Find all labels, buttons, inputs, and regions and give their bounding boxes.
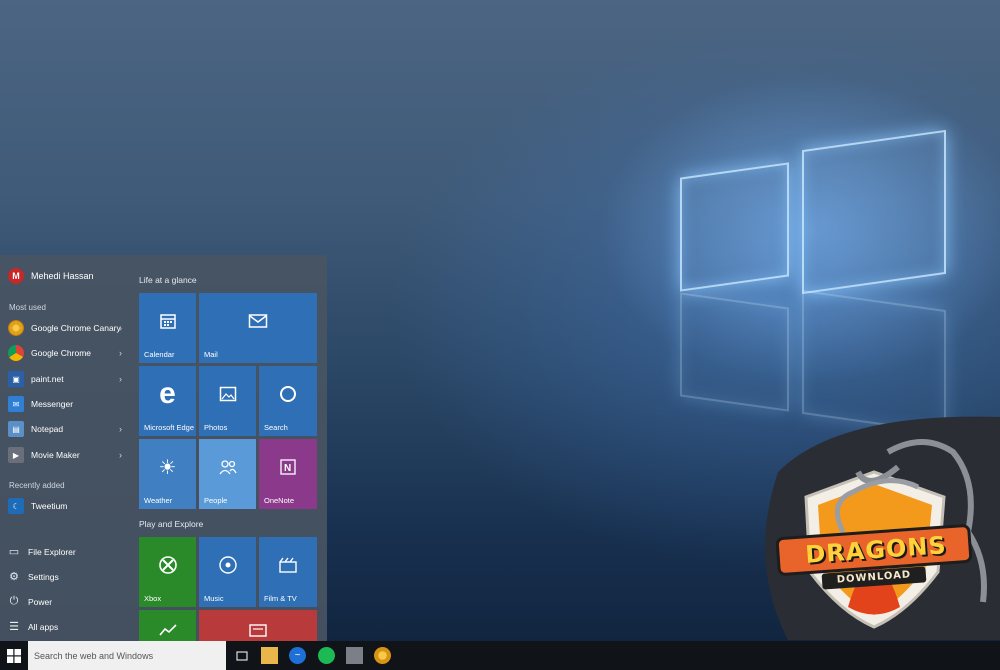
chevron-right-icon[interactable]: › [119,424,122,434]
file-explorer-button[interactable]: ▭ File Explorer [8,545,76,558]
chrome-icon [8,345,24,361]
tile-label: People [204,496,228,505]
svg-text:N: N [284,463,291,474]
tile-money[interactable] [139,610,196,641]
edge-icon: e [159,377,176,410]
chevron-right-icon[interactable]: › [119,450,122,460]
task-view-icon[interactable] [233,647,250,664]
dragons-download-watermark: DRAGONS DOWNLOAD [748,412,1000,640]
search-placeholder: Search the web and Windows [34,650,154,661]
power-icon: ⏻ [9,595,19,607]
tile-label: Calendar [144,350,175,359]
most-used-heading: Most used [9,303,46,312]
tile-label: Xbox [144,594,162,603]
film-icon [259,537,317,593]
all-apps-icon: ☰ [9,621,19,633]
all-apps-label: All apps [28,621,59,632]
chevron-right-icon[interactable]: › [119,374,122,384]
tile-microsoft-edge[interactable]: e Microsoft Edge [139,366,196,436]
app-google-chrome[interactable]: Google Chrome › [8,342,126,364]
calendar-icon [139,293,196,349]
gear-icon: ⚙ [9,571,19,583]
photos-icon [199,366,256,422]
app-label: Movie Maker [31,450,80,460]
tile-label: Music [204,594,224,603]
windows-logo-wallpaper [670,120,960,440]
messenger-icon: ✉ [8,396,24,412]
app-tweetium[interactable]: ☾ Tweetium [8,495,126,517]
start-button[interactable] [0,641,28,670]
chrome-canary-icon[interactable] [374,647,391,664]
group-title-play-and-explore: Play and Explore [139,519,204,529]
app-label: Notepad [31,424,64,434]
onenote-icon: N [259,439,317,495]
user-name: Mehedi Hassan [31,271,94,281]
tile-onenote[interactable]: N OneNote [259,439,317,509]
file-explorer-icon[interactable] [261,647,278,664]
settings-label: Settings [28,571,59,582]
taskbar-search-input[interactable]: Search the web and Windows [28,641,226,670]
start-menu-left-column: M Mehedi Hassan Most used Google Chrome … [0,255,131,641]
start-menu-tiles: Life at a glance Calendar Mail e Microso… [131,255,327,641]
app-movie-maker[interactable]: ▶ Movie Maker › [8,444,126,466]
tile-search[interactable]: Search [259,366,317,436]
tile-label: OneNote [264,496,295,505]
tile-film-and-tv[interactable]: Film & TV [259,537,317,607]
chrome-canary-icon [8,320,24,336]
app-notepad[interactable]: ▤ Notepad › [8,418,126,440]
app-google-chrome-canary[interactable]: Google Chrome Canary › [8,317,126,339]
app-label: Tweetium [31,501,68,511]
tweetium-icon: ☾ [8,498,24,514]
app-paint-net[interactable]: ▣ paint.net › [8,368,126,390]
movie-maker-icon[interactable] [346,647,363,664]
settings-button[interactable]: ⚙ Settings [8,570,59,583]
chevron-right-icon[interactable]: › [119,348,122,358]
app-label: Messenger [31,399,74,409]
chart-icon [139,610,196,641]
tile-music[interactable]: Music [199,537,256,607]
tile-people[interactable]: People [199,439,256,509]
tile-news[interactable] [199,610,317,641]
avatar: M [8,268,24,284]
cortana-icon [259,366,317,422]
recently-added-heading: Recently added [9,481,65,490]
app-label: Google Chrome [31,348,92,358]
mail-icon [199,293,317,349]
start-menu: M Mehedi Hassan Most used Google Chrome … [0,255,327,641]
xbox-icon [139,537,196,593]
people-icon [199,439,256,495]
tile-calendar[interactable]: Calendar [139,293,196,363]
windows-icon [7,648,21,663]
chevron-right-icon[interactable]: › [119,323,122,333]
all-apps-button[interactable]: ☰ All apps [8,620,58,633]
file-explorer-label: File Explorer [28,546,76,557]
news-icon [199,610,317,641]
power-button[interactable]: ⏻ Power [8,595,52,608]
tile-mail[interactable]: Mail [199,293,317,363]
paintnet-icon: ▣ [8,371,24,387]
tile-label: Microsoft Edge [144,423,195,432]
app-label: paint.net [31,374,64,384]
tile-label: Weather [144,496,173,505]
notepad-icon: ▤ [8,421,24,437]
messenger-icon[interactable]: ~ [289,647,306,664]
tile-label: Mail [204,350,218,359]
group-title-life-at-a-glance: Life at a glance [139,275,197,285]
taskbar: Search the web and Windows ~ [0,641,1000,670]
sun-icon: ☀ [158,456,177,479]
user-account[interactable]: M Mehedi Hassan [8,268,94,284]
spotify-icon[interactable] [318,647,335,664]
app-messenger[interactable]: ✉ Messenger [8,393,126,415]
tile-label: Film & TV [264,594,297,603]
movie-maker-icon: ▶ [8,447,24,463]
app-label: Google Chrome Canary [31,323,121,333]
folder-icon: ▭ [8,546,20,558]
tile-label: Photos [204,423,228,432]
music-icon [199,537,256,593]
power-label: Power [28,596,53,607]
tile-photos[interactable]: Photos [199,366,256,436]
tile-weather[interactable]: ☀ Weather [139,439,196,509]
tile-xbox[interactable]: Xbox [139,537,196,607]
tile-label: Search [264,423,288,432]
